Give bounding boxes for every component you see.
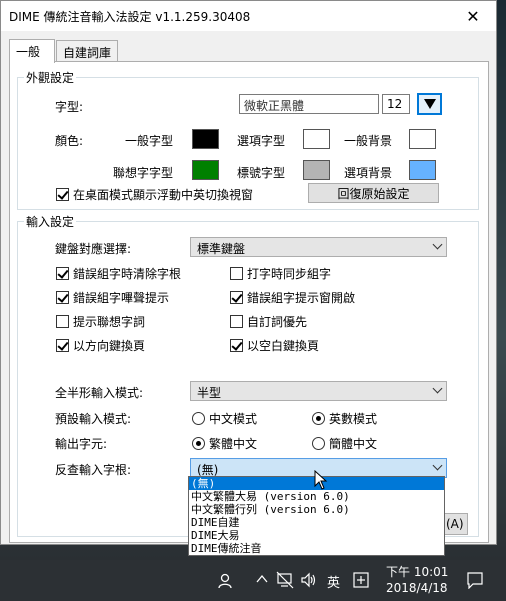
window-title: DIME 傳統注音輸入法設定 v1.1.259.30408 bbox=[9, 10, 251, 24]
radio-selected-icon bbox=[192, 437, 205, 450]
output-label: 輸出字元: bbox=[55, 437, 108, 451]
check-arrow-paging-label: 以方向鍵換頁 bbox=[73, 339, 146, 353]
radio-alphanumeric-mode-label: 英數模式 bbox=[329, 412, 378, 426]
color-label: 顏色: bbox=[55, 134, 84, 148]
font-name-field[interactable]: 微軟正黑體 bbox=[239, 94, 379, 114]
font-picker-button[interactable] bbox=[417, 93, 442, 115]
checkbox-unchecked-icon bbox=[230, 315, 243, 328]
radio-unselected-icon bbox=[312, 437, 325, 450]
width-mode-select[interactable]: 半型 bbox=[190, 381, 447, 401]
radio-traditional[interactable]: 繁體中文 bbox=[192, 435, 257, 452]
ime-mode-icon[interactable] bbox=[352, 571, 370, 589]
font-size-field[interactable]: 12 bbox=[382, 94, 410, 114]
check-error-popup-label: 錯誤組字提示窗開啟 bbox=[247, 291, 356, 305]
dropdown-option[interactable]: DIME傳統注音 bbox=[189, 542, 444, 555]
check-space-paging-label: 以空白鍵換頁 bbox=[247, 339, 320, 353]
dropdown-option[interactable]: 中文繁體大易 (version 6.0) bbox=[189, 490, 444, 503]
option-char-color-label: 選項字型 bbox=[237, 134, 286, 148]
checkbox-unchecked-icon bbox=[230, 267, 243, 280]
option-bg-color-label: 選項背景 bbox=[344, 166, 393, 180]
check-beep-on-error[interactable]: 錯誤組字嗶聲提示 bbox=[56, 289, 169, 306]
check-custom-priority[interactable]: 自訂詞優先 bbox=[230, 313, 307, 330]
option-bg-color-swatch[interactable] bbox=[409, 160, 436, 180]
radio-alphanumeric-mode[interactable]: 英數模式 bbox=[312, 410, 377, 427]
close-icon[interactable]: ✕ bbox=[450, 1, 496, 31]
reverse-lookup-label: 反查輸入字根: bbox=[55, 463, 132, 477]
checkbox-checked-icon bbox=[56, 188, 69, 201]
people-icon[interactable] bbox=[218, 572, 236, 590]
font-label: 字型: bbox=[55, 100, 84, 114]
normal-bg-color-label: 一般背景 bbox=[344, 134, 393, 148]
title-bar[interactable]: DIME 傳統注音輸入法設定 v1.1.259.30408 ✕ bbox=[1, 1, 496, 31]
appearance-group-title: 外觀設定 bbox=[24, 69, 77, 86]
chevron-down-icon bbox=[432, 383, 443, 394]
input-group-title: 輸入設定 bbox=[24, 213, 77, 230]
normal-char-color-label: 一般字型 bbox=[125, 134, 174, 148]
normal-char-color-swatch[interactable] bbox=[192, 129, 219, 149]
radio-selected-icon bbox=[312, 412, 325, 425]
checkbox-checked-icon bbox=[56, 291, 69, 304]
ime-indicator[interactable]: 英 bbox=[327, 572, 340, 591]
radio-simplified-label: 簡體中文 bbox=[329, 437, 378, 451]
check-custom-priority-label: 自訂詞優先 bbox=[247, 315, 308, 329]
check-space-paging[interactable]: 以空白鍵換頁 bbox=[230, 337, 319, 354]
reverse-lookup-select-value: (無) bbox=[197, 463, 219, 477]
dropdown-option[interactable]: DIME大易 bbox=[189, 529, 444, 542]
width-mode-select-value: 半型 bbox=[197, 386, 222, 400]
radio-traditional-label: 繁體中文 bbox=[209, 437, 258, 451]
chevron-down-icon bbox=[432, 460, 443, 471]
mark-char-color-swatch[interactable] bbox=[303, 160, 330, 180]
radio-chinese-mode[interactable]: 中文模式 bbox=[192, 410, 257, 427]
normal-bg-color-swatch[interactable] bbox=[409, 129, 436, 149]
check-arrow-paging[interactable]: 以方向鍵換頁 bbox=[56, 337, 145, 354]
apply-button-partial[interactable]: (A) bbox=[443, 513, 468, 535]
check-sync-compose[interactable]: 打字時同步組字 bbox=[230, 265, 331, 282]
check-beep-on-error-label: 錯誤組字嗶聲提示 bbox=[73, 291, 170, 305]
radio-chinese-mode-label: 中文模式 bbox=[209, 412, 258, 426]
radio-unselected-icon bbox=[192, 412, 205, 425]
width-mode-label: 全半形輸入模式: bbox=[55, 386, 144, 400]
check-association-hint[interactable]: 提示聯想字詞 bbox=[56, 313, 145, 330]
checkbox-checked-icon bbox=[230, 339, 243, 352]
keyboard-select[interactable]: 標準鍵盤 bbox=[190, 237, 447, 257]
assoc-char-color-label: 聯想字字型 bbox=[113, 166, 174, 180]
dropdown-option[interactable]: DIME自建 bbox=[189, 516, 444, 529]
dropdown-option[interactable]: 中文繁體行列 (version 6.0) bbox=[189, 503, 444, 516]
triangle-down-icon bbox=[423, 99, 436, 109]
action-center-icon[interactable] bbox=[466, 571, 484, 589]
chevron-up-icon[interactable] bbox=[256, 574, 268, 584]
tab-panel-general: 外觀設定 字型: 微軟正黑體 12 顏色: 一般字型 選項字型 一般背景 聯想字… bbox=[9, 61, 489, 543]
check-clear-on-error[interactable]: 錯誤組字時清除字根 bbox=[56, 265, 181, 282]
mark-char-color-label: 標號字型 bbox=[237, 166, 286, 180]
checkbox-checked-icon bbox=[230, 291, 243, 304]
mouse-cursor-icon bbox=[314, 470, 328, 490]
check-error-popup[interactable]: 錯誤組字提示窗開啟 bbox=[230, 289, 355, 306]
chevron-down-icon bbox=[432, 239, 443, 250]
radio-simplified[interactable]: 簡體中文 bbox=[312, 435, 377, 452]
check-sync-compose-label: 打字時同步組字 bbox=[247, 267, 332, 281]
tab-general[interactable]: 一般 bbox=[9, 39, 55, 63]
floating-window-checkbox[interactable]: 在桌面模式顯示浮動中英切換視窗 bbox=[56, 186, 253, 203]
default-mode-label: 預設輸入模式: bbox=[55, 412, 132, 426]
check-association-hint-label: 提示聯想字詞 bbox=[73, 315, 146, 329]
checkbox-checked-icon bbox=[56, 267, 69, 280]
volume-icon[interactable] bbox=[300, 571, 318, 589]
network-icon[interactable] bbox=[276, 571, 294, 589]
floating-window-checkbox-label: 在桌面模式顯示浮動中英切換視窗 bbox=[73, 188, 254, 202]
checkbox-unchecked-icon bbox=[56, 315, 69, 328]
check-clear-on-error-label: 錯誤組字時清除字根 bbox=[73, 267, 182, 281]
keyboard-select-value: 標準鍵盤 bbox=[197, 242, 246, 256]
assoc-char-color-swatch[interactable] bbox=[192, 160, 219, 180]
option-char-color-swatch[interactable] bbox=[303, 129, 330, 149]
taskbar: 英 下午 10:01 2018/4/18 bbox=[0, 560, 506, 601]
restore-defaults-button[interactable]: 回復原始設定 bbox=[308, 183, 439, 203]
clock-date[interactable]: 2018/4/18 bbox=[386, 581, 448, 595]
keyboard-label: 鍵盤對應選擇: bbox=[55, 242, 132, 256]
settings-window: DIME 傳統注音輸入法設定 v1.1.259.30408 ✕ 一般 自建詞庫 … bbox=[0, 0, 497, 545]
clock-time[interactable]: 下午 10:01 bbox=[386, 563, 448, 580]
checkbox-checked-icon bbox=[56, 339, 69, 352]
tab-custom-dictionary[interactable]: 自建詞庫 bbox=[56, 40, 118, 62]
